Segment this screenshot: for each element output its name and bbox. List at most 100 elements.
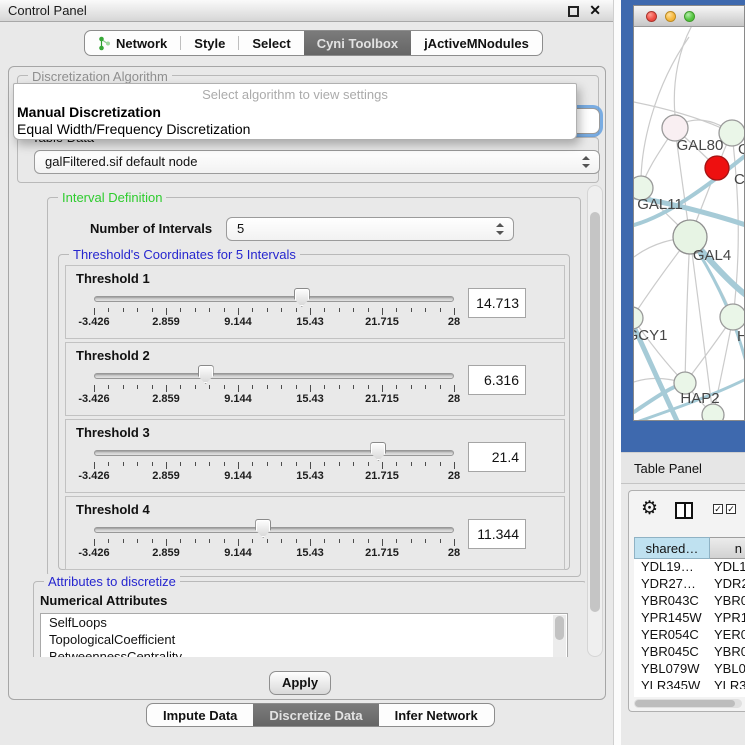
bottom-tab-infer-network[interactable]: Infer Network bbox=[379, 704, 494, 726]
checkbox-icon[interactable]: ✓ bbox=[713, 504, 723, 514]
network-node[interactable] bbox=[720, 304, 744, 330]
tick-mark bbox=[267, 385, 268, 389]
tick-mark bbox=[324, 385, 325, 389]
tick-mark bbox=[180, 308, 181, 312]
tick-mark bbox=[180, 462, 181, 466]
threshold-value-input[interactable]: 21.4 bbox=[468, 442, 526, 472]
network-node[interactable] bbox=[634, 307, 643, 329]
attribute-list-item[interactable]: SelfLoops bbox=[41, 614, 567, 631]
slider-track[interactable] bbox=[94, 527, 454, 533]
table-header-row: shared… n bbox=[634, 537, 745, 559]
slider-handle[interactable] bbox=[294, 288, 310, 307]
table-hscrollbar[interactable] bbox=[634, 699, 742, 708]
network-edge[interactable] bbox=[641, 37, 689, 188]
tick-mark bbox=[281, 462, 282, 466]
float-window-icon[interactable] bbox=[568, 6, 579, 17]
network-icon bbox=[98, 36, 111, 51]
number-of-intervals-value: 5 bbox=[237, 221, 244, 236]
attribute-list-item[interactable]: TopologicalCoefficient bbox=[41, 631, 567, 648]
algorithm-option-manual[interactable]: Manual Discretization bbox=[17, 104, 161, 120]
tick-mark bbox=[440, 539, 441, 543]
tab-network[interactable]: Network bbox=[85, 31, 180, 55]
number-of-intervals-combobox[interactable]: 5 bbox=[226, 217, 514, 241]
network-node[interactable] bbox=[705, 156, 729, 180]
apply-button[interactable]: Apply bbox=[269, 671, 331, 695]
numerical-attributes-list: SelfLoopsTopologicalCoefficientBetweenne… bbox=[40, 613, 568, 657]
table-row[interactable]: YDR27…YDR2 bbox=[634, 576, 745, 593]
mac-minimize-icon[interactable] bbox=[665, 11, 676, 22]
scrollbar-thumb[interactable] bbox=[555, 616, 564, 640]
attributes-group-label: Attributes to discretize bbox=[44, 574, 180, 589]
threshold-value-input[interactable]: 11.344 bbox=[468, 519, 526, 549]
checkbox-icon[interactable]: ✓ bbox=[726, 504, 736, 514]
tick-mark bbox=[108, 385, 109, 389]
tick-mark bbox=[209, 385, 210, 389]
network-edge[interactable] bbox=[685, 237, 690, 383]
settings-scrollbar[interactable] bbox=[587, 185, 603, 657]
network-edge[interactable] bbox=[674, 27, 694, 115]
slider-track[interactable] bbox=[94, 373, 454, 379]
mac-zoom-icon[interactable] bbox=[684, 11, 695, 22]
slider-track[interactable] bbox=[94, 296, 454, 302]
tab-cyni-toolbox[interactable]: Cyni Toolbox bbox=[304, 31, 411, 55]
attribute-list-item[interactable]: BetweennessCentrality bbox=[41, 648, 567, 657]
table-row[interactable]: YPR145WYPR1 bbox=[634, 610, 745, 627]
tick-label: -3.426 bbox=[78, 316, 109, 328]
cyni-bottom-tabs: Impute DataDiscretize DataInfer Network bbox=[146, 703, 495, 727]
threshold-value-input[interactable]: 6.316 bbox=[468, 365, 526, 395]
number-of-intervals-label: Number of Intervals bbox=[90, 221, 212, 236]
scrollbar-thumb[interactable] bbox=[590, 212, 600, 612]
table-row[interactable]: YBR045CYBR0 bbox=[634, 644, 745, 661]
cyni-toolbox-pane: Discretization Algorithm Select algorith… bbox=[8, 66, 606, 700]
column-header-shared-name[interactable]: shared… bbox=[634, 537, 710, 559]
node-table: shared… n YDL19…YDL1YDR27…YDR2YBR043CYBR… bbox=[634, 537, 745, 697]
threshold-label: Threshold 4 bbox=[76, 502, 150, 517]
tick-label: 15.43 bbox=[296, 470, 324, 482]
tick-mark bbox=[209, 462, 210, 466]
slider-track[interactable] bbox=[94, 450, 454, 456]
network-window-titlebar bbox=[634, 6, 744, 27]
cell-shared-name: YBR043C bbox=[634, 593, 710, 610]
scrollbar-thumb[interactable] bbox=[635, 700, 735, 707]
tab-label: Network bbox=[116, 36, 167, 51]
slider-handle[interactable] bbox=[370, 442, 386, 461]
tick-mark bbox=[238, 385, 239, 392]
tick-label: 15.43 bbox=[296, 393, 324, 405]
table-row[interactable]: YLR345WYLR3 bbox=[634, 678, 745, 689]
tick-mark bbox=[238, 539, 239, 546]
table-row[interactable]: YBL079WYBL0 bbox=[634, 661, 745, 678]
tick-mark bbox=[296, 539, 297, 543]
attributes-list-scrollbar[interactable] bbox=[553, 615, 566, 657]
tick-mark bbox=[324, 308, 325, 312]
mac-close-icon[interactable] bbox=[646, 11, 657, 22]
table-row[interactable]: YDL19…YDL1 bbox=[634, 559, 745, 576]
tab-jactivemnodules[interactable]: jActiveMNodules bbox=[411, 31, 542, 55]
tick-mark bbox=[137, 308, 138, 312]
tick-mark bbox=[324, 462, 325, 466]
slider-handle[interactable] bbox=[255, 519, 271, 538]
threshold-value-input[interactable]: 14.713 bbox=[468, 288, 526, 318]
tick-mark bbox=[440, 308, 441, 312]
tick-mark bbox=[353, 462, 354, 466]
close-icon[interactable]: ✕ bbox=[589, 2, 601, 19]
tick-mark bbox=[94, 462, 95, 469]
gear-icon[interactable]: ⚙ bbox=[641, 497, 658, 520]
column-header-name[interactable]: n bbox=[710, 537, 745, 559]
tick-mark bbox=[411, 308, 412, 312]
table-row[interactable]: YER054CYER0 bbox=[634, 627, 745, 644]
tick-mark bbox=[180, 539, 181, 543]
tab-select[interactable]: Select bbox=[239, 31, 303, 55]
network-canvas[interactable]: GAL80GACGAL11GAL4GCY1HHAP2 bbox=[634, 27, 744, 420]
tick-mark bbox=[382, 385, 383, 392]
tab-style[interactable]: Style bbox=[181, 31, 238, 55]
table-row[interactable]: YBR043CYBR0 bbox=[634, 593, 745, 610]
algorithm-option-equal-width[interactable]: Equal Width/Frequency Discretization bbox=[17, 121, 250, 137]
table-data-combobox[interactable]: galFiltered.sif default node bbox=[34, 150, 600, 174]
bottom-tab-impute-data[interactable]: Impute Data bbox=[147, 704, 253, 726]
table-panel-title: Table Panel bbox=[634, 461, 702, 476]
slider-handle[interactable] bbox=[198, 365, 214, 384]
cell-shared-name: YDL19… bbox=[634, 559, 710, 576]
tick-mark bbox=[324, 539, 325, 543]
columns-icon[interactable] bbox=[675, 502, 693, 519]
bottom-tab-discretize-data[interactable]: Discretize Data bbox=[253, 704, 378, 726]
